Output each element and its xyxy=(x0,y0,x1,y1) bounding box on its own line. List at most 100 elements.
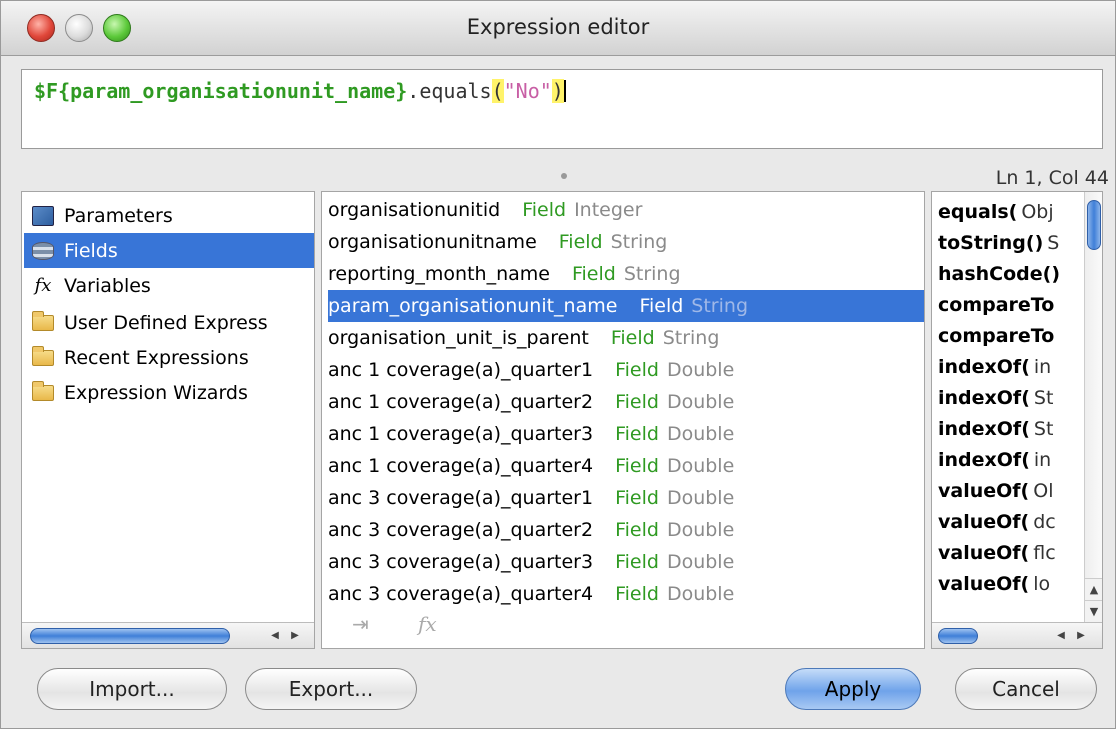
method-item[interactable]: indexOf(in xyxy=(938,444,1088,476)
field-name: reporting_month_name xyxy=(328,263,550,285)
field-kind: Field xyxy=(615,455,659,477)
method-name: hashCode() xyxy=(938,263,1061,285)
expression-open-paren: ( xyxy=(491,79,504,103)
method-item[interactable]: compareTo xyxy=(938,289,1088,321)
field-kind: Field xyxy=(615,423,659,445)
method-item[interactable]: valueOf(Ol xyxy=(938,475,1088,507)
field-type: String xyxy=(610,231,668,253)
field-row[interactable]: anc 1 coverage(a)_quarter3 Field Double xyxy=(328,418,924,450)
expression-field-token: $F{param_organisationunit_name} xyxy=(34,79,408,103)
field-name: organisation_unit_is_parent xyxy=(328,327,589,349)
category-horizontal-scrollbar[interactable]: ◀ ▶ xyxy=(22,622,314,648)
window-title: Expression editor xyxy=(466,15,650,39)
method-item[interactable]: indexOf(in xyxy=(938,351,1088,383)
field-name: anc 3 coverage(a)_quarter3 xyxy=(328,551,594,573)
method-name: valueOf( xyxy=(938,480,1030,502)
field-row-selected[interactable]: param_organisationunit_name Field String xyxy=(328,290,924,322)
scroll-right-icon[interactable]: ▶ xyxy=(1072,626,1090,646)
scroll-down-icon[interactable]: ▼ xyxy=(1085,600,1102,622)
field-kind: Field xyxy=(615,551,659,573)
field-row[interactable]: anc 3 coverage(a)_quarter4 Field Double xyxy=(328,578,924,610)
field-type: Double xyxy=(666,583,735,605)
expression-close-paren: ) xyxy=(551,79,564,103)
category-item-recent[interactable]: Recent Expressions xyxy=(24,340,314,375)
method-name: valueOf( xyxy=(938,542,1030,564)
field-type: Double xyxy=(666,551,735,573)
method-name: equals( xyxy=(938,201,1018,223)
field-name: anc 1 coverage(a)_quarter2 xyxy=(328,391,594,413)
method-signature: dc xyxy=(1033,511,1056,533)
scroll-left-icon[interactable]: ◀ xyxy=(1052,626,1070,646)
field-type: Double xyxy=(666,487,735,509)
category-item-parameters[interactable]: Parameters xyxy=(24,198,314,233)
scroll-thumb[interactable] xyxy=(30,628,230,644)
method-name: compareTo xyxy=(938,294,1055,316)
method-item[interactable]: hashCode() xyxy=(938,258,1088,290)
field-kind: Field xyxy=(615,519,659,541)
field-row[interactable]: organisationunitname Field String xyxy=(328,226,924,258)
field-name: organisationunitid xyxy=(328,199,501,221)
import-button[interactable]: Import... xyxy=(37,668,227,710)
method-signature: in xyxy=(1033,449,1052,471)
method-item[interactable]: compareTo xyxy=(938,320,1088,352)
method-signature: S xyxy=(1047,232,1060,254)
field-type: Double xyxy=(666,455,735,477)
method-item[interactable]: valueOf(flc xyxy=(938,537,1088,569)
method-item[interactable]: toString() S xyxy=(938,227,1088,259)
field-row[interactable]: organisationunitid Field Integer xyxy=(328,194,924,226)
title-bar[interactable]: Expression editor xyxy=(1,1,1115,56)
insert-field-icon[interactable]: ⇥ xyxy=(352,612,369,636)
method-signature: flc xyxy=(1033,542,1056,564)
field-type: Double xyxy=(666,359,735,381)
field-row[interactable]: anc 1 coverage(a)_quarter1 Field Double xyxy=(328,354,924,386)
folder-icon xyxy=(30,380,56,404)
field-row[interactable]: anc 3 coverage(a)_quarter3 Field Double xyxy=(328,546,924,578)
scroll-up-icon[interactable]: ▲ xyxy=(1085,578,1102,600)
method-signature: Obj xyxy=(1021,201,1054,223)
scroll-left-icon[interactable]: ◀ xyxy=(266,626,284,646)
export-button[interactable]: Export... xyxy=(245,668,417,710)
method-vertical-scrollbar[interactable]: ▲ ▼ xyxy=(1084,192,1102,622)
expression-text-area[interactable]: $F{param_organisationunit_name}.equals("… xyxy=(21,69,1103,149)
field-row[interactable]: organisation_unit_is_parent Field String xyxy=(328,322,924,354)
field-row[interactable]: anc 1 coverage(a)_quarter2 Field Double xyxy=(328,386,924,418)
category-item-variables[interactable]: fx Variables xyxy=(24,268,314,303)
parameters-icon xyxy=(30,205,56,227)
method-item[interactable]: valueOf(lo xyxy=(938,568,1088,600)
field-kind: Field xyxy=(615,583,659,605)
category-label: Variables xyxy=(64,274,151,297)
method-item[interactable]: indexOf(St xyxy=(938,413,1088,445)
category-item-user-defined[interactable]: User Defined Express xyxy=(24,305,314,340)
field-row[interactable]: anc 1 coverage(a)_quarter4 Field Double xyxy=(328,450,924,482)
field-type: String xyxy=(662,327,720,349)
field-name: anc 3 coverage(a)_quarter1 xyxy=(328,487,594,509)
field-row[interactable]: reporting_month_name Field String xyxy=(328,258,924,290)
filter-function-icon[interactable]: fx xyxy=(418,612,437,636)
field-type: String xyxy=(623,263,681,285)
method-name: compareTo xyxy=(938,325,1055,347)
method-signature: Ol xyxy=(1033,480,1054,502)
category-label: Parameters xyxy=(64,204,173,227)
field-kind: Field xyxy=(615,487,659,509)
cancel-button[interactable]: Cancel xyxy=(955,668,1097,710)
method-item[interactable]: valueOf(dc xyxy=(938,506,1088,538)
field-row[interactable]: anc 3 coverage(a)_quarter2 Field Double xyxy=(328,514,924,546)
apply-button[interactable]: Apply xyxy=(785,668,921,710)
split-pane-handle[interactable] xyxy=(561,173,567,179)
field-kind: Field xyxy=(615,359,659,381)
field-type: Integer xyxy=(574,199,643,221)
scroll-thumb[interactable] xyxy=(938,628,978,644)
scroll-thumb[interactable] xyxy=(1087,200,1101,250)
category-label: User Defined Express xyxy=(64,311,268,334)
method-horizontal-scrollbar[interactable]: ◀ ▶ xyxy=(932,622,1102,648)
field-kind: Field xyxy=(610,327,655,349)
method-item[interactable]: equals(Obj xyxy=(938,196,1088,228)
expression-line[interactable]: $F{param_organisationunit_name}.equals("… xyxy=(34,79,566,103)
category-item-fields[interactable]: Fields xyxy=(24,233,314,268)
category-item-wizards[interactable]: Expression Wizards xyxy=(24,375,314,410)
field-kind: Field xyxy=(558,231,603,253)
field-row[interactable]: anc 3 coverage(a)_quarter1 Field Double xyxy=(328,482,924,514)
method-name: indexOf( xyxy=(938,449,1030,471)
scroll-right-icon[interactable]: ▶ xyxy=(286,626,304,646)
method-item[interactable]: indexOf(St xyxy=(938,382,1088,414)
